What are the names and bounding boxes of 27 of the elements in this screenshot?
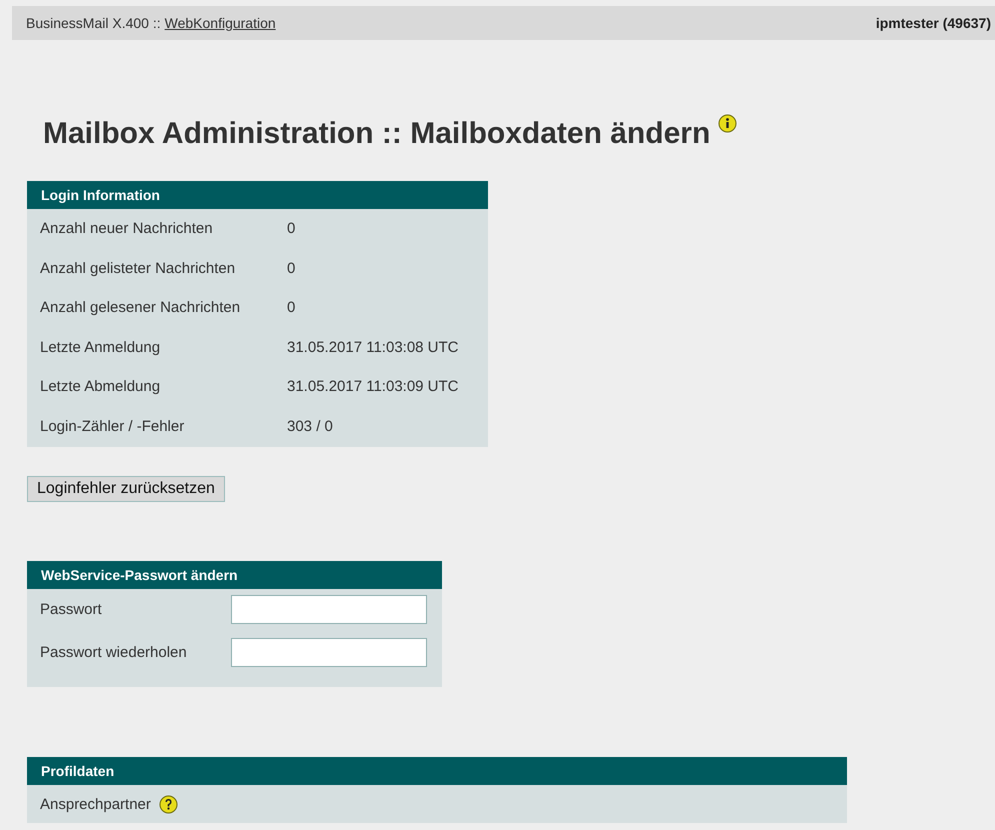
info-value: 31.05.2017 11:03:08 UTC xyxy=(287,338,460,356)
info-label: Login-Zähler / -Fehler xyxy=(40,418,186,435)
page-title: Mailbox Administration :: Mailboxdaten ändern xyxy=(43,116,710,152)
reset-login-errors-button[interactable]: Loginfehler zurücksetzen xyxy=(27,476,225,502)
field-label: Passwort wiederholen xyxy=(40,643,188,661)
info-label: Anzahl gelesener Nachrichten xyxy=(40,299,242,316)
password-field[interactable] xyxy=(231,638,427,667)
field-label: Passwort xyxy=(40,600,103,618)
info-label: Anzahl neuer Nachrichten xyxy=(40,220,214,238)
info-value: 303 / 0 xyxy=(287,418,334,435)
info-label: Letzte Abmeldung xyxy=(40,378,162,396)
info-label: Letzte Anmeldung xyxy=(40,338,162,356)
user-name: ipmtester (49637) xyxy=(876,15,991,31)
info-icon[interactable] xyxy=(718,114,738,133)
info-value: 0 xyxy=(287,260,296,277)
panel-header: WebService-Passwort ändern xyxy=(27,561,442,589)
product-name: BusinessMail X.400 :: xyxy=(26,15,161,31)
panel-header: Profildaten xyxy=(27,757,847,785)
info-value: 0 xyxy=(287,220,296,238)
config-link[interactable]: WebKonfiguration xyxy=(164,15,276,31)
info-value: 0 xyxy=(287,299,296,316)
field-label: Ansprechpartner xyxy=(40,796,151,812)
panel-header: Login Information xyxy=(27,181,488,209)
info-label: Anzahl gelisteter Nachrichten xyxy=(40,260,236,277)
password-field[interactable] xyxy=(231,595,427,624)
info-value: 31.05.2017 11:03:09 UTC xyxy=(287,378,460,396)
help-icon[interactable] xyxy=(158,794,178,814)
